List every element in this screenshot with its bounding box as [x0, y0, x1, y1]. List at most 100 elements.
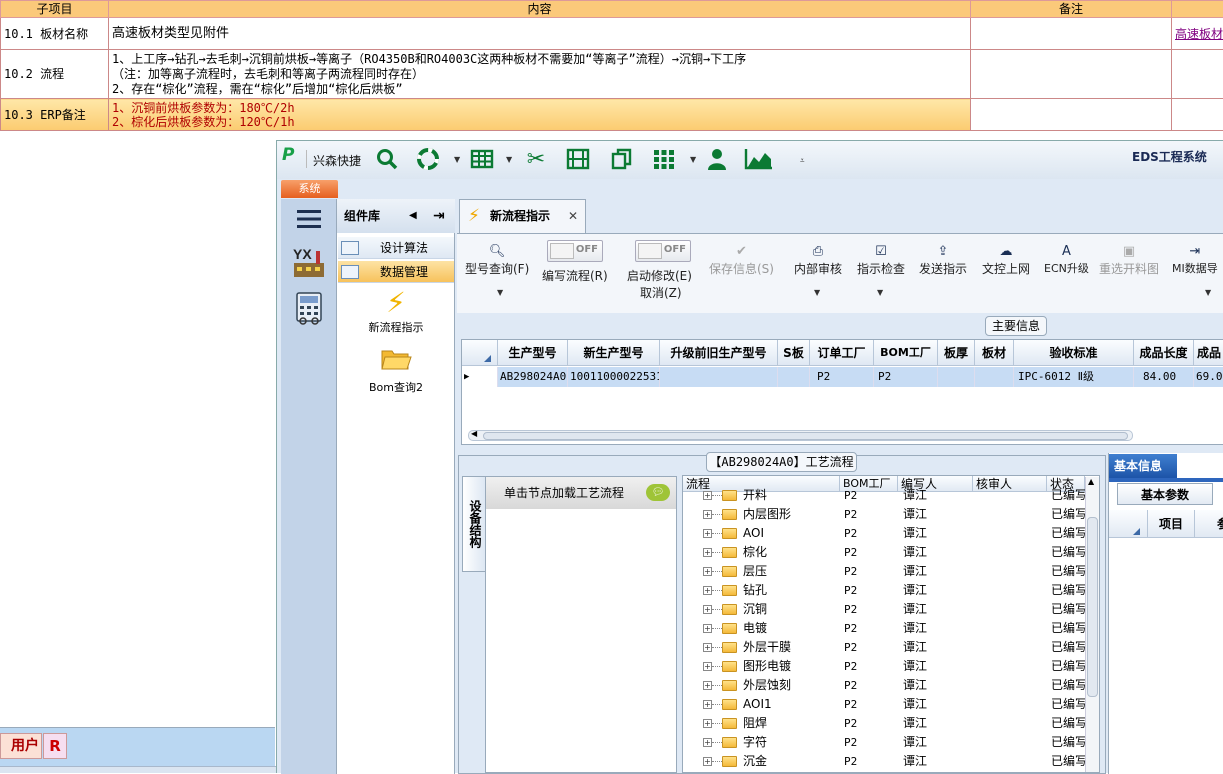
pin-icon[interactable]: ⇥: [433, 199, 445, 233]
copy-icon[interactable]: [609, 147, 635, 173]
tree-row[interactable]: +开料P2谭江已编写: [683, 486, 1087, 505]
more-dropdown-icon[interactable]: ⩡: [800, 156, 805, 166]
grid-cell[interactable]: AB298024A0: [498, 367, 568, 387]
upload-doc-button[interactable]: ☁ 文控上网: [982, 242, 1030, 277]
library-bom-query[interactable]: Bom查询2: [337, 343, 455, 395]
cell-note[interactable]: [971, 50, 1172, 99]
expand-icon[interactable]: +: [703, 643, 712, 652]
library-new-flow-instruction[interactable]: ⚡ 新流程指示: [337, 287, 455, 335]
tab-system[interactable]: 系统: [281, 180, 338, 198]
cell-extra[interactable]: [1172, 99, 1223, 131]
expand-icon[interactable]: +: [703, 605, 712, 614]
user-icon[interactable]: [704, 147, 730, 173]
header-content[interactable]: 内容: [109, 1, 971, 18]
header-subitem[interactable]: 子项目: [1, 1, 109, 18]
mi-data-button[interactable]: ⇥ MI数据导: [1172, 242, 1218, 276]
header-extra[interactable]: [1172, 1, 1223, 18]
column-header[interactable]: 项目: [1159, 510, 1183, 538]
cell-content[interactable]: 高速板材类型见附件: [109, 18, 971, 50]
scissors-icon[interactable]: ✂: [523, 147, 549, 173]
expand-icon[interactable]: +: [703, 719, 712, 728]
scrollbar-thumb[interactable]: [1087, 517, 1098, 697]
header-note[interactable]: 备注: [971, 1, 1172, 18]
tree-row[interactable]: +外层蚀刻P2谭江已编写: [683, 676, 1087, 695]
column-header[interactable]: 新生产型号: [568, 340, 660, 366]
internal-review-button[interactable]: ⎙ 内部审核: [794, 242, 842, 277]
cancel-button[interactable]: 取消(Z): [640, 284, 682, 301]
tree-row[interactable]: +钻孔P2谭江已编写: [683, 581, 1087, 600]
chevron-down-icon[interactable]: ▼: [877, 288, 883, 297]
expand-icon[interactable]: +: [703, 624, 712, 633]
instruction-check-button[interactable]: ☑ 指示检查: [857, 242, 905, 277]
grid-cell[interactable]: [938, 367, 975, 387]
tree-row[interactable]: +AOIP2谭江已编写: [683, 524, 1087, 543]
expand-icon[interactable]: +: [703, 586, 712, 595]
tree-row[interactable]: +沉铜P2谭江已编写: [683, 600, 1087, 619]
menu-icon[interactable]: [287, 201, 331, 237]
tree-row[interactable]: +层压P2谭江已编写: [683, 562, 1087, 581]
grid-cell[interactable]: 10011000022531: [568, 367, 660, 387]
expand-icon[interactable]: +: [703, 681, 712, 690]
chevron-down-icon[interactable]: ▼: [1205, 288, 1211, 297]
scroll-left-icon[interactable]: ◀: [471, 429, 477, 438]
tree-row[interactable]: +外层干膜P2谭江已编写: [683, 638, 1087, 657]
ecn-upgrade-button[interactable]: A ECN升级: [1044, 242, 1089, 276]
expand-icon[interactable]: +: [703, 491, 712, 500]
library-item-data-management[interactable]: 数据管理: [338, 261, 454, 283]
cell-key[interactable]: 10.1 板材名称: [1, 18, 109, 50]
tab-basic-info[interactable]: 基本信息: [1109, 454, 1177, 478]
send-instruction-button[interactable]: ⇪ 发送指示: [919, 242, 967, 277]
grid-cell[interactable]: [778, 367, 810, 387]
library-item-design-algorithm[interactable]: 设计算法: [338, 237, 454, 259]
cell-extra[interactable]: [1172, 50, 1223, 99]
column-header[interactable]: 成品长度: [1134, 340, 1194, 366]
horizontal-scrollbar[interactable]: ◀: [468, 430, 1133, 441]
cell-content[interactable]: 1、上工序→钻孔→去毛刺→沉铜前烘板→等离子（RO4350B和RO4003C这两…: [109, 50, 971, 99]
edit-flow-toggle[interactable]: OFF: [547, 240, 603, 262]
cell-link[interactable]: 高速板材: [1172, 18, 1223, 50]
tree-row[interactable]: +阻焊P2谭江已编写: [683, 714, 1087, 733]
column-header[interactable]: 板厚: [938, 340, 975, 366]
grid-cell[interactable]: P2: [874, 367, 938, 387]
node-panel-header[interactable]: 单击节点加载工艺流程 💬︎: [486, 477, 676, 509]
expand-icon[interactable]: +: [703, 567, 712, 576]
expand-icon[interactable]: +: [703, 757, 712, 766]
start-modify-toggle[interactable]: OFF: [635, 240, 691, 262]
r-tab[interactable]: R: [43, 733, 67, 759]
chevron-left-icon[interactable]: ◀: [409, 199, 417, 233]
calculator-icon[interactable]: [287, 291, 331, 331]
chat-bubble-icon[interactable]: 💬︎: [646, 484, 670, 501]
tab-equipment-structure[interactable]: 设备结构: [462, 476, 485, 572]
column-header[interactable]: 生产型号: [498, 340, 568, 366]
scrollbar-thumb[interactable]: [483, 432, 1128, 440]
cell-key[interactable]: 10.3 ERP备注: [1, 99, 109, 131]
chevron-down-icon[interactable]: ▼: [497, 288, 503, 297]
grid-cell[interactable]: IPC-6012 Ⅱ级: [1014, 367, 1134, 387]
lifebuoy-icon[interactable]: [415, 147, 441, 173]
tree-row[interactable]: +字符P2谭江已编写: [683, 733, 1087, 752]
tree-row[interactable]: +图形电镀P2谭江已编写: [683, 657, 1087, 676]
tab-basic-params[interactable]: 基本参数: [1117, 483, 1213, 505]
column-header[interactable]: 成品: [1194, 340, 1223, 366]
model-query-button[interactable]: 🔍︎ 型号查询(F): [465, 242, 529, 277]
reselect-image-button[interactable]: ▣ 重选开料图: [1099, 242, 1159, 277]
tree-row[interactable]: +AOI1P2谭江已编写: [683, 695, 1087, 714]
tab-new-flow-instruction[interactable]: ⚡ 新流程指示 ✕: [459, 199, 586, 233]
chevron-down-icon[interactable]: ▼: [814, 288, 820, 297]
column-header[interactable]: S板: [778, 340, 810, 366]
user-tab[interactable]: 用户: [0, 733, 42, 759]
cell-key[interactable]: 10.2 流程: [1, 50, 109, 99]
column-header[interactable]: 验收标准: [1014, 340, 1134, 366]
tree-row[interactable]: +电镀P2谭江已编写: [683, 619, 1087, 638]
expand-icon[interactable]: +: [703, 700, 712, 709]
search-icon[interactable]: [374, 147, 400, 173]
cell-content[interactable]: 1、沉铜前烘板参数为：180℃/2h 2、棕化后烘板参数为：120℃/1h: [109, 99, 971, 131]
save-info-button[interactable]: ✔ 保存信息(S): [709, 242, 774, 277]
tree-row[interactable]: +沉金P2谭江已编写: [683, 752, 1087, 771]
tree-row[interactable]: +内层图形P2谭江已编写: [683, 505, 1087, 524]
column-header[interactable]: BOM工厂: [874, 340, 938, 366]
row-selector-icon[interactable]: ▶: [462, 367, 498, 387]
cell-note[interactable]: [971, 18, 1172, 50]
grid-icon[interactable]: [651, 147, 677, 173]
chevron-down-icon[interactable]: ▼: [454, 155, 460, 164]
